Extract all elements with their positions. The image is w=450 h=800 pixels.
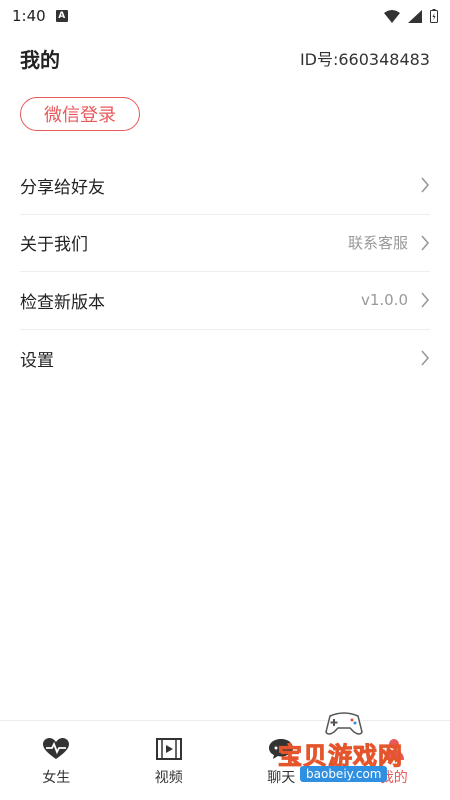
menu-item-about[interactable]: 关于我们 联系客服 bbox=[20, 215, 430, 272]
notification-icon: A bbox=[55, 10, 68, 22]
chevron-right-icon bbox=[421, 292, 430, 308]
wifi-icon bbox=[384, 9, 400, 23]
watermark-logo: 宝贝游戏网 baobeiy.com bbox=[272, 708, 442, 790]
menu-item-label: 分享给好友 bbox=[20, 177, 105, 198]
settings-menu: 分享给好友 关于我们 联系客服 检查新版本 v1.0.0 设置 bbox=[20, 157, 430, 387]
menu-item-check-update[interactable]: 检查新版本 v1.0.0 bbox=[20, 272, 430, 330]
gamepad-icon bbox=[325, 712, 363, 735]
chevron-right-icon bbox=[421, 235, 430, 251]
signal-icon bbox=[408, 9, 422, 23]
page-title: 我的 bbox=[20, 47, 60, 72]
header: 我的 ID号:660348483 bbox=[20, 42, 430, 74]
status-bar: 1:40 A bbox=[0, 0, 450, 32]
menu-item-label: 关于我们 bbox=[20, 235, 88, 256]
status-time: 1:40 bbox=[12, 7, 46, 25]
menu-item-settings[interactable]: 设置 bbox=[20, 330, 430, 388]
menu-item-label: 检查新版本 bbox=[20, 292, 105, 313]
user-id: ID号:660348483 bbox=[299, 50, 430, 69]
status-icons bbox=[384, 9, 438, 23]
tab-label: 女生 bbox=[42, 770, 71, 786]
menu-item-share[interactable]: 分享给好友 bbox=[20, 157, 430, 215]
chevron-right-icon bbox=[421, 350, 430, 366]
film-icon bbox=[155, 738, 182, 760]
wechat-login-button[interactable]: 微信登录 bbox=[20, 97, 140, 131]
menu-item-value: 联系客服 bbox=[347, 234, 408, 253]
tab-girls[interactable]: 女生 bbox=[0, 721, 113, 800]
battery-icon bbox=[430, 9, 438, 23]
heart-pulse-icon bbox=[43, 738, 70, 759]
watermark-url: baobeiy.com bbox=[300, 766, 388, 782]
menu-item-label: 设置 bbox=[20, 350, 54, 371]
tab-video[interactable]: 视频 bbox=[113, 721, 226, 800]
menu-item-value: v1.0.0 bbox=[360, 291, 408, 310]
tab-label: 视频 bbox=[154, 770, 183, 786]
chevron-right-icon bbox=[421, 177, 430, 193]
